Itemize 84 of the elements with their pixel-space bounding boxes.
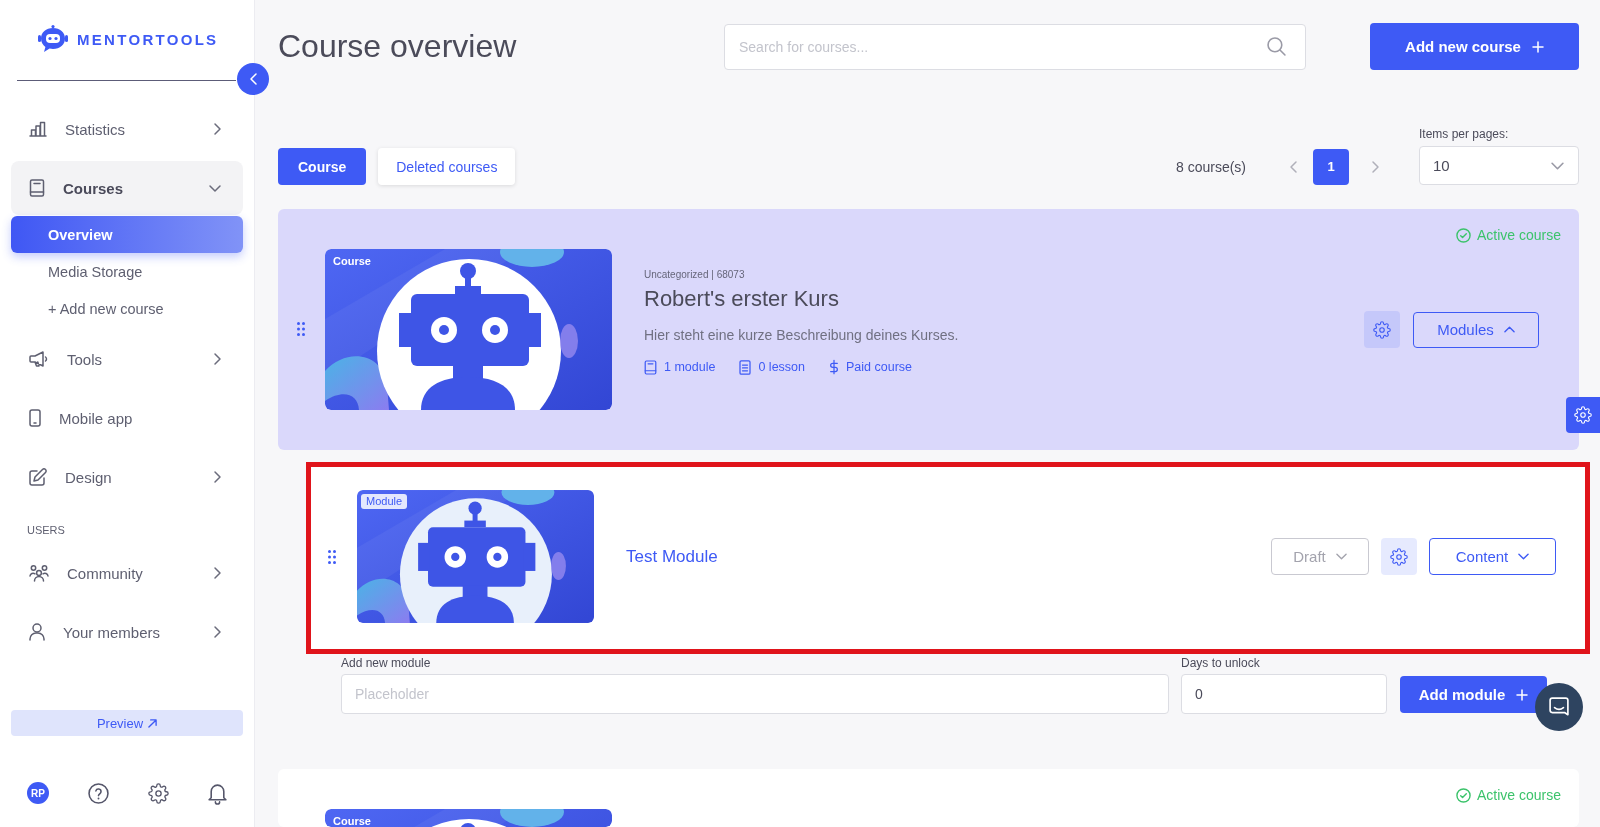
document-icon [739, 359, 752, 375]
bell-icon[interactable] [208, 782, 227, 804]
settings-icon[interactable] [148, 782, 169, 804]
people-icon [29, 564, 49, 582]
nav-item[interactable]: Community [11, 546, 243, 600]
help-icon[interactable] [88, 782, 109, 804]
chevron-down-icon [209, 184, 221, 192]
nav-item[interactable]: Design [11, 450, 243, 504]
nav-item[interactable]: Courses [11, 161, 243, 215]
tab[interactable]: Deleted courses [378, 148, 516, 185]
course-title: Robert's erster Kurs [644, 286, 840, 312]
caret-down-icon [1335, 553, 1347, 560]
days-input[interactable]: 0 [1181, 674, 1387, 714]
chevron-right-icon [214, 471, 221, 483]
arrow-up-right-icon [148, 718, 158, 728]
megaphone-icon [29, 351, 49, 367]
course-count: 8 course(s) [1175, 158, 1246, 175]
bar-chart-icon [29, 121, 47, 137]
chevron-right-icon [214, 626, 221, 638]
drag-handle-icon[interactable] [297, 322, 305, 336]
dollar-icon [829, 359, 839, 375]
content-button[interactable]: Content [1429, 538, 1556, 575]
modules-button[interactable]: Modules [1413, 311, 1539, 348]
pencil-icon [29, 468, 47, 486]
thumbnail-tag: Course [333, 815, 371, 827]
nav-item[interactable]: Your members [11, 605, 243, 659]
settings-icon [1390, 547, 1408, 566]
check-circle-icon [1455, 787, 1471, 803]
add-course-button[interactable]: Add new course [1370, 23, 1579, 70]
collapse-button[interactable] [237, 63, 269, 95]
status-label: Active course [1476, 787, 1561, 803]
module-title[interactable]: Test Module [626, 546, 718, 567]
chevron-left-icon [249, 73, 257, 85]
search-field[interactable]: Search for courses... [724, 23, 1306, 70]
course-stat: Paid course [846, 360, 912, 374]
search-icon [1267, 36, 1286, 56]
settings-button[interactable] [1364, 311, 1400, 348]
module-name-input[interactable]: Placeholder [341, 674, 1169, 714]
settings-icon [1373, 320, 1391, 339]
person-icon [29, 623, 45, 641]
nav-item[interactable]: Statistics [11, 102, 243, 156]
thumbnail-tag: Module [361, 494, 408, 509]
book-icon [644, 359, 657, 375]
per-page-label: Items per pages: [1419, 127, 1510, 141]
user-avatar[interactable]: RP [27, 782, 49, 804]
caret-up-icon [1503, 326, 1515, 333]
check-circle-icon [1455, 227, 1471, 243]
robot-logo-icon [38, 25, 68, 53]
plus-icon [1516, 688, 1529, 701]
caret-down-icon [1518, 553, 1530, 560]
chevron-down-icon [1551, 161, 1564, 170]
nav-item[interactable]: Mobile app [11, 391, 243, 445]
nav-subitem[interactable]: + Add new course [11, 290, 243, 327]
section-heading: USERS [27, 524, 66, 537]
nav-subitem[interactable]: Overview [11, 216, 243, 253]
drag-handle-icon[interactable] [328, 549, 336, 564]
field-label: Days to unlock [1181, 656, 1261, 670]
chevron-right-icon [214, 567, 221, 579]
chevron-right-icon [214, 123, 221, 135]
course-stat: 1 module [664, 360, 716, 374]
thumbnail-tag: Course [333, 255, 371, 268]
course-stat: 0 lesson [758, 360, 805, 374]
field-label: Add new module [341, 656, 432, 670]
status-label: Active course [1476, 227, 1561, 243]
nav-subitem[interactable]: Media Storage [11, 253, 243, 290]
settings-button[interactable] [1381, 538, 1417, 575]
settings-icon [1574, 406, 1592, 424]
phone-icon [29, 409, 41, 427]
course-category: Uncategorized | 68073 [644, 268, 746, 281]
preview-button[interactable]: Preview [11, 710, 243, 736]
logo-text: MENTORTOOLS [77, 30, 219, 48]
chevron-right-icon [214, 353, 221, 365]
page-title: Course overview [278, 28, 517, 65]
chat-button[interactable] [1535, 683, 1583, 731]
add-module-button[interactable]: Add module [1400, 676, 1547, 713]
nav-item[interactable]: Tools [11, 332, 243, 386]
course-description: Hier steht eine kurze Beschreibung deines Kurses. [644, 326, 960, 345]
plus-icon [1531, 40, 1544, 53]
book-icon [29, 179, 45, 197]
chat-icon [1549, 697, 1569, 717]
settings-button[interactable] [1566, 397, 1600, 433]
per-page-select[interactable]: 10 [1419, 146, 1579, 185]
tab[interactable]: Course [278, 148, 367, 185]
page-button[interactable]: 1 [1313, 148, 1349, 185]
